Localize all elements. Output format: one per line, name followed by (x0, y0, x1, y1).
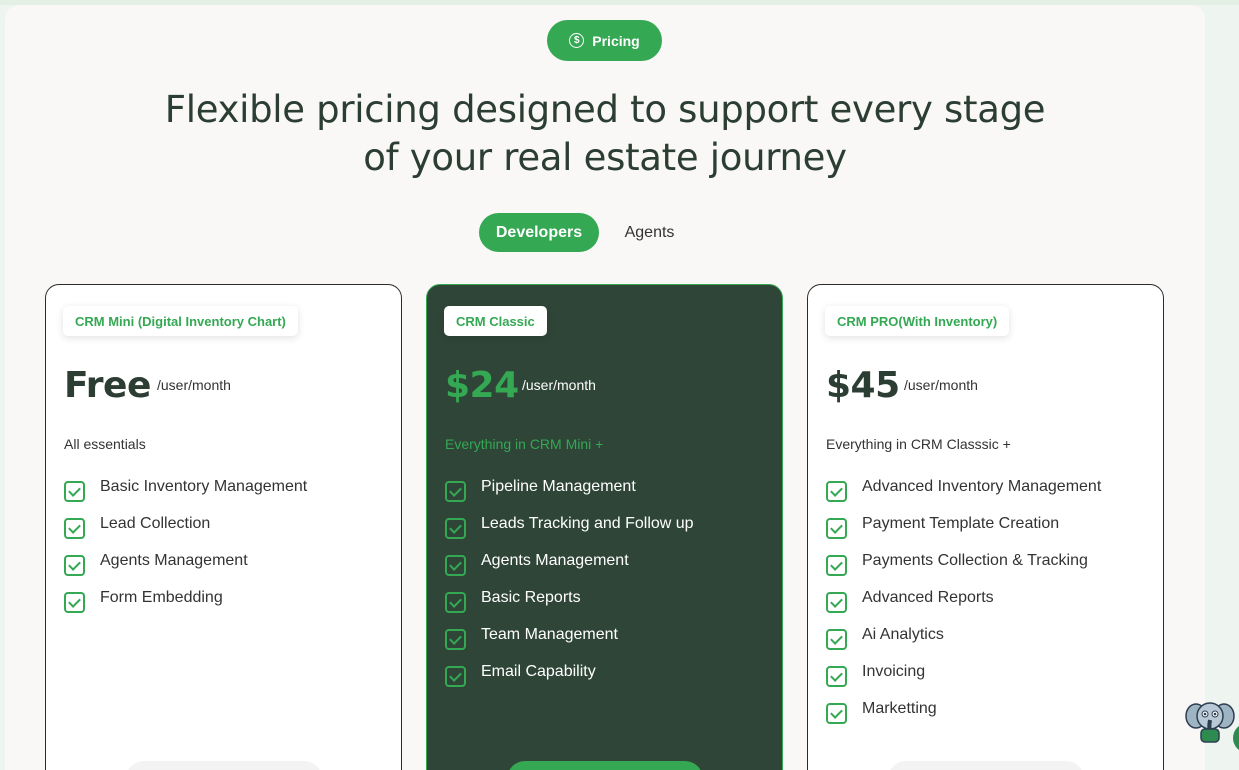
dollar-coin-icon: $ (569, 33, 585, 48)
toggle-agents[interactable]: Agents (611, 213, 688, 252)
check-icon (826, 481, 847, 502)
check-icon (64, 592, 85, 613)
feature-list: Advanced Inventory Management Payment Te… (826, 478, 1101, 737)
feature-item: Advanced Inventory Management (826, 478, 1101, 515)
feature-item: Form Embedding (64, 589, 307, 626)
check-icon (826, 703, 847, 724)
feature-item: Ai Analytics (826, 626, 1101, 663)
elephant-mascot-icon[interactable] (1184, 696, 1236, 748)
check-icon (64, 481, 85, 502)
feature-item: Email Capability (445, 663, 694, 700)
check-icon (445, 555, 466, 576)
feature-item: Agents Management (64, 552, 307, 589)
plan-subtitle: All essentials (64, 436, 146, 452)
feature-item: Payment Template Creation (826, 515, 1101, 552)
toggle-developers[interactable]: Developers (479, 213, 599, 252)
feature-list: Pipeline Management Leads Tracking and F… (445, 478, 694, 700)
check-icon (826, 629, 847, 650)
feature-item: Pipeline Management (445, 478, 694, 515)
plan-cta-button[interactable] (888, 761, 1084, 770)
feature-item: Lead Collection (64, 515, 307, 552)
check-icon (826, 666, 847, 687)
check-icon (445, 481, 466, 502)
check-icon (445, 518, 466, 539)
feature-item: Basic Inventory Management (64, 478, 307, 515)
check-icon (64, 518, 85, 539)
plan-subtitle: Everything in CRM Mini + (445, 436, 604, 452)
plan-price-unit: /user/month (904, 377, 978, 393)
plan-cta-button[interactable] (507, 761, 703, 770)
check-icon (445, 629, 466, 650)
feature-item: Advanced Reports (826, 589, 1101, 626)
plan-price-unit: /user/month (157, 377, 231, 393)
check-icon (826, 592, 847, 613)
page-title: Flexible pricing designed to support eve… (164, 88, 1046, 179)
feature-item: Agents Management (445, 552, 694, 589)
feature-item: Invoicing (826, 663, 1101, 700)
check-icon (445, 592, 466, 613)
pricing-badge: $ Pricing (547, 20, 662, 61)
plan-price: $24 (445, 365, 519, 406)
check-icon (826, 518, 847, 539)
plan-card-mini: CRM Mini (Digital Inventory Chart) Free … (45, 284, 402, 770)
feature-item: Team Management (445, 626, 694, 663)
plan-card-pro: CRM PRO(With Inventory) $45 /user/month … (807, 284, 1164, 770)
plan-price-unit: /user/month (522, 377, 596, 393)
check-icon (445, 666, 466, 687)
pricing-badge-label: Pricing (592, 32, 640, 49)
feature-item: Marketting (826, 700, 1101, 737)
feature-item: Payments Collection & Tracking (826, 552, 1101, 589)
feature-item: Leads Tracking and Follow up (445, 515, 694, 552)
plan-tag: CRM PRO(With Inventory) (825, 306, 1010, 336)
plan-cta-button[interactable] (126, 761, 322, 770)
feature-list: Basic Inventory Management Lead Collecti… (64, 478, 307, 626)
check-icon (64, 555, 85, 576)
feature-item: Basic Reports (445, 589, 694, 626)
plan-subtitle: Everything in CRM Classsic + (826, 436, 1011, 452)
plan-tag: CRM Classic (444, 306, 547, 336)
plan-price: Free (64, 365, 151, 406)
plan-card-classic: CRM Classic $24 /user/month Everything i… (426, 284, 783, 770)
check-icon (826, 555, 847, 576)
plan-tag: CRM Mini (Digital Inventory Chart) (63, 306, 298, 336)
plan-price: $45 (826, 365, 900, 406)
